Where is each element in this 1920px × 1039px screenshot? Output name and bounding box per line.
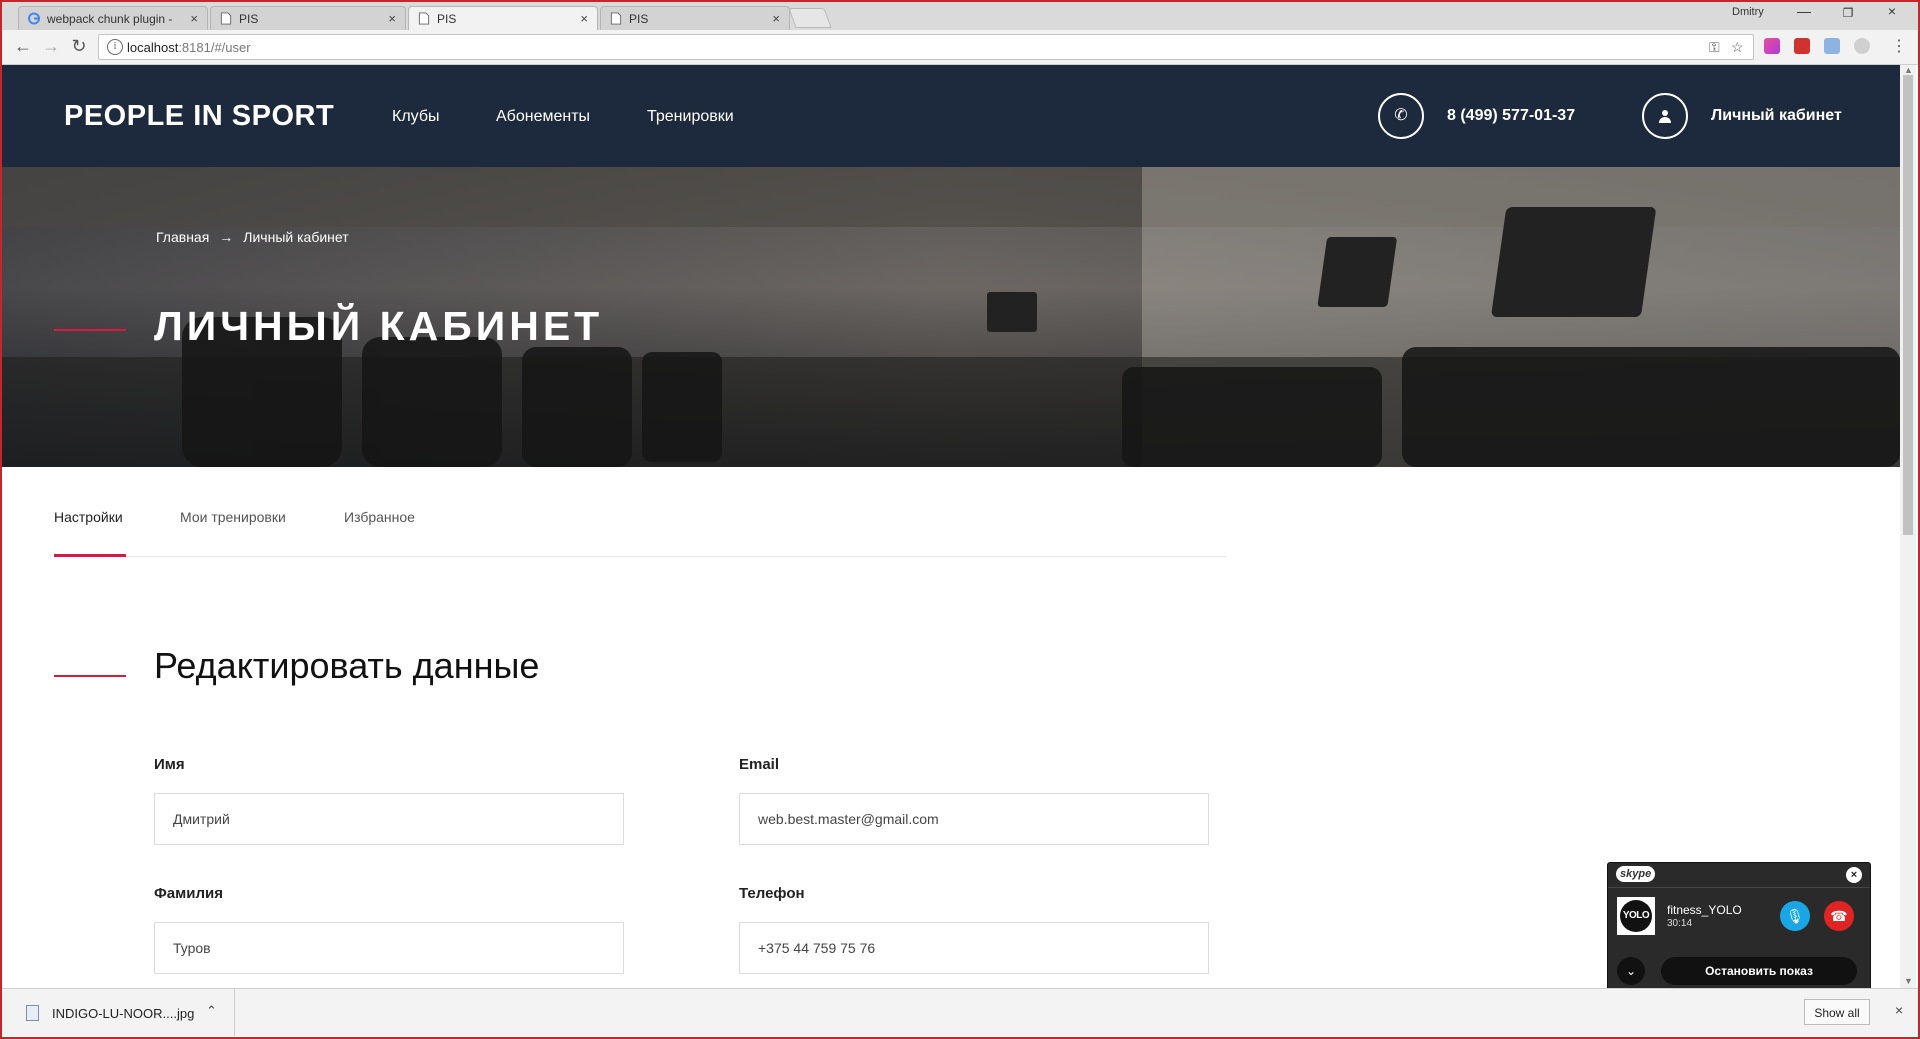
profile-name[interactable]: Dmitry — [1732, 6, 1764, 18]
browser-tab-pis-1[interactable]: PIS × — [210, 6, 406, 30]
downloads-bar: INDIGO-LU-NOOR....jpg ⌃ Show all × — [2, 988, 1918, 1036]
scrollbar-thumb[interactable] — [1903, 75, 1913, 535]
skype-logo: skype — [1616, 866, 1656, 882]
url-text[interactable]: localhost:8181/#/user — [127, 40, 251, 55]
avatar: YOLO — [1617, 897, 1655, 935]
hang-up-icon[interactable]: ☎ — [1824, 901, 1854, 931]
close-icon[interactable]: × — [772, 11, 780, 26]
extension-icon[interactable] — [1764, 38, 1780, 54]
tab-favorites[interactable]: Избранное — [344, 509, 415, 525]
browser-tab-pis-active[interactable]: PIS × — [408, 6, 598, 31]
page-title: ЛИЧНЫЙ КАБИНЕТ — [154, 303, 604, 349]
tab-settings[interactable]: Настройки — [54, 509, 123, 525]
last-name-label: Фамилия — [154, 885, 223, 902]
stop-sharing-button[interactable]: Остановить показ — [1661, 957, 1857, 985]
first-name-input[interactable] — [154, 793, 624, 845]
skype-header: skype × — [1608, 863, 1870, 888]
extension-icon[interactable] — [1854, 38, 1870, 54]
browser-toolbar: ← → ↻ i localhost:8181/#/user ⚿ ☆ ⋮ — [2, 30, 1918, 65]
restore-icon[interactable]: ❐ — [1828, 6, 1868, 20]
email-input[interactable] — [739, 793, 1209, 845]
tab-title: PIS — [629, 12, 649, 26]
nav-link-memberships[interactable]: Абонементы — [496, 108, 590, 126]
download-file-name[interactable]: INDIGO-LU-NOOR....jpg — [52, 1006, 194, 1021]
chevron-up-icon[interactable]: ⌃ — [206, 1003, 217, 1019]
page-viewport: PEOPLE IN SPORT Клубы Абонементы Трениро… — [2, 65, 1900, 988]
phone-number[interactable]: 8 (499) 577-01-37 — [1447, 107, 1575, 125]
menu-icon[interactable]: ⋮ — [1888, 36, 1910, 56]
close-icon[interactable]: × — [190, 11, 198, 26]
active-tab-indicator — [54, 554, 126, 557]
google-icon — [28, 12, 40, 25]
new-tab-button[interactable] — [788, 8, 832, 28]
scroll-down-icon[interactable]: ▼ — [1904, 976, 1913, 986]
user-icon[interactable] — [1642, 93, 1688, 139]
site-logo[interactable]: PEOPLE IN SPORT — [64, 100, 334, 133]
nav-link-clubs[interactable]: Клубы — [392, 108, 440, 126]
close-icon[interactable]: × — [1846, 867, 1862, 883]
tab-my-trainings[interactable]: Мои тренировки — [180, 509, 286, 525]
breadcrumb: Главная → Личный кабинет — [156, 229, 349, 245]
chevron-down-icon[interactable]: ⌄ — [1617, 957, 1645, 985]
close-icon[interactable]: × — [580, 11, 588, 26]
forward-icon[interactable]: → — [40, 36, 62, 57]
page-scrollbar[interactable]: ▲ ▼ — [1900, 65, 1916, 988]
phone-icon[interactable]: ✆ — [1378, 93, 1424, 139]
address-bar[interactable]: i localhost:8181/#/user ⚿ ☆ — [98, 34, 1754, 60]
scroll-up-icon[interactable]: ▲ — [1904, 65, 1913, 75]
call-duration: 30:14 — [1667, 918, 1693, 929]
accent-line — [54, 329, 126, 331]
key-icon[interactable]: ⚿ — [1709, 39, 1720, 56]
arrow-right-icon: → — [219, 229, 234, 245]
browser-tab-strip: webpack chunk plugin - × PIS × PIS × PIS… — [2, 2, 1918, 31]
extension-icon[interactable] — [1794, 38, 1810, 54]
tab-title: webpack chunk plugin - — [47, 12, 173, 26]
last-name-input[interactable] — [154, 922, 624, 974]
hero-banner: Главная → Личный кабинет ЛИЧНЫЙ КАБИНЕТ — [2, 167, 1900, 467]
email-label: Email — [739, 756, 780, 773]
back-icon[interactable]: ← — [12, 36, 34, 57]
breadcrumb-current: Личный кабинет — [243, 229, 349, 245]
first-name-label: Имя — [154, 756, 185, 773]
breadcrumb-home[interactable]: Главная — [156, 229, 209, 245]
divider — [54, 556, 1226, 557]
accent-line — [54, 675, 126, 677]
show-all-button[interactable]: Show all — [1804, 999, 1870, 1025]
page-icon — [220, 12, 232, 25]
phone-input[interactable] — [739, 922, 1209, 974]
close-window-icon[interactable]: × — [1872, 3, 1912, 19]
avatar-logo: YOLO — [1620, 900, 1652, 932]
reload-icon[interactable]: ↻ — [68, 36, 90, 57]
page-icon — [418, 12, 430, 25]
minimize-icon[interactable]: — — [1784, 3, 1824, 19]
phone-label: Телефон — [739, 885, 805, 902]
info-icon[interactable]: i — [107, 39, 123, 55]
close-icon[interactable]: × — [1895, 1002, 1903, 1018]
browser-tab-webpack[interactable]: webpack chunk plugin - × — [18, 6, 208, 30]
extension-icon[interactable] — [1824, 38, 1840, 54]
microphone-icon[interactable]: 🎙 — [1780, 901, 1810, 931]
profile-tabs: Настройки Мои тренировки Избранное — [54, 467, 1226, 557]
star-icon[interactable]: ☆ — [1731, 39, 1744, 56]
tab-title: PIS — [437, 12, 457, 26]
download-item[interactable]: INDIGO-LU-NOOR....jpg ⌃ — [2, 989, 235, 1036]
contact-name: fitness_YOLO — [1667, 903, 1742, 917]
skype-call-widget: skype × YOLO fitness_YOLO 30:14 🎙 ☎ ⌄ Ос… — [1607, 862, 1871, 998]
close-icon[interactable]: × — [388, 11, 396, 26]
nav-link-trainings[interactable]: Тренировки — [647, 108, 734, 126]
browser-tab-pis-3[interactable]: PIS × — [600, 6, 790, 30]
site-header: PEOPLE IN SPORT Клубы Абонементы Трениро… — [2, 65, 1900, 167]
tab-title: PIS — [239, 12, 259, 26]
page-icon — [610, 12, 622, 25]
section-title: Редактировать данные — [154, 645, 540, 686]
cabinet-link[interactable]: Личный кабинет — [1711, 107, 1842, 125]
image-file-icon — [26, 1005, 39, 1021]
